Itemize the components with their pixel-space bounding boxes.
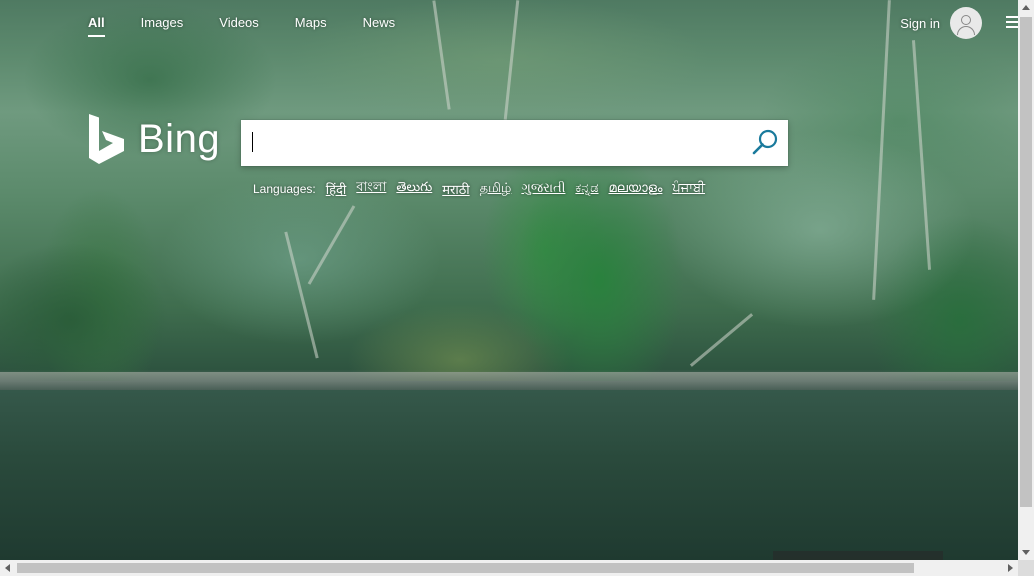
languages-label: Languages:: [253, 181, 316, 196]
vertical-scrollbar[interactable]: [1018, 0, 1034, 560]
scroll-right-arrow-icon[interactable]: [1008, 564, 1013, 572]
search-box: [241, 120, 788, 166]
language-link-kannada[interactable]: ಕನ್ನಡ: [575, 181, 598, 196]
language-link-tamil[interactable]: தமிழ்: [480, 181, 512, 197]
hamburger-menu-icon[interactable]: [1006, 16, 1018, 30]
language-link-bengali[interactable]: বাংলা: [356, 178, 386, 199]
search-input[interactable]: [241, 120, 731, 166]
language-link-telugu[interactable]: తెలుగు: [396, 180, 432, 198]
background-image: [0, 0, 1018, 560]
lake-reflection: [0, 390, 1018, 560]
language-link-malayalam[interactable]: മലയാളം: [609, 181, 663, 196]
tab-videos[interactable]: Videos: [219, 15, 259, 30]
language-link-punjabi[interactable]: ਪੰਜਾਬੀ: [672, 181, 705, 196]
tab-news[interactable]: News: [363, 15, 396, 30]
horizontal-scrollbar[interactable]: [0, 560, 1018, 576]
bing-logo-icon: [89, 114, 124, 164]
shoreline: [0, 372, 1018, 390]
scroll-left-arrow-icon[interactable]: [5, 564, 10, 572]
horizontal-scroll-thumb[interactable]: [17, 563, 914, 573]
account-area: Sign in: [900, 7, 982, 39]
sign-in-link[interactable]: Sign in: [900, 16, 940, 31]
scrollbar-corner: [1018, 560, 1034, 576]
bing-logo[interactable]: Bing: [88, 113, 220, 165]
tab-all[interactable]: All: [88, 15, 105, 37]
bottom-info-strip: [773, 551, 943, 560]
top-navigation: All Images Videos Maps News: [88, 15, 431, 37]
text-caret: [252, 132, 253, 152]
bing-homepage: All Images Videos Maps News Sign in Bing…: [0, 0, 1034, 576]
search-icon[interactable]: [750, 128, 780, 158]
vertical-scroll-thumb[interactable]: [1020, 17, 1032, 507]
scroll-down-arrow-icon[interactable]: [1022, 550, 1030, 555]
scroll-up-arrow-icon[interactable]: [1022, 5, 1030, 10]
person-icon[interactable]: [950, 7, 982, 39]
tab-images[interactable]: Images: [141, 15, 184, 30]
bing-wordmark: Bing: [138, 116, 221, 161]
language-link-hindi[interactable]: हिंदी: [326, 180, 347, 198]
language-links: Languages: हिंदी বাংলা తెలుగు मराठी தமிழ…: [253, 178, 715, 199]
language-link-marathi[interactable]: मराठी: [442, 180, 469, 198]
tab-maps[interactable]: Maps: [295, 15, 327, 30]
language-link-gujarati[interactable]: ગુજરાતી: [521, 181, 565, 196]
